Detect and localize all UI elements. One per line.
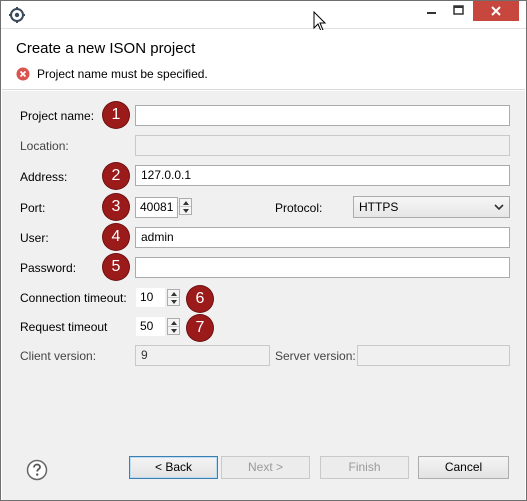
- port-field[interactable]: 40081: [135, 197, 178, 218]
- callout-badge: 7: [187, 315, 213, 341]
- help-icon[interactable]: [26, 459, 48, 481]
- connection-timeout-label: Connection timeout:: [20, 291, 127, 305]
- callout-badge: 4: [103, 224, 129, 250]
- request-timeout-stepper[interactable]: [167, 318, 180, 335]
- password-label: Password:: [20, 261, 77, 275]
- app-icon: [9, 7, 25, 23]
- protocol-selected-value: HTTPS: [359, 200, 399, 214]
- protocol-select[interactable]: HTTPS: [353, 196, 510, 218]
- close-icon: [491, 6, 501, 16]
- connection-timeout-field[interactable]: 10: [135, 287, 166, 308]
- user-label: User:: [20, 231, 49, 245]
- connection-timeout-stepper[interactable]: [167, 289, 180, 306]
- address-field[interactable]: 127.0.0.1: [135, 165, 510, 186]
- connection-timeout-increment-button[interactable]: [168, 290, 179, 298]
- project-name-field[interactable]: [135, 105, 510, 126]
- error-message-text: Project name must be specified.: [37, 67, 208, 81]
- page-title: Create a new ISON project: [16, 40, 196, 57]
- error-icon: [16, 67, 30, 81]
- server-version-label: Server version:: [275, 349, 356, 363]
- title-bar: [1, 1, 526, 32]
- password-field[interactable]: [135, 257, 510, 278]
- callout-badge: 1: [103, 102, 129, 128]
- request-timeout-decrement-button[interactable]: [168, 327, 179, 335]
- callout-badge: 5: [103, 254, 129, 280]
- next-button[interactable]: Next >: [221, 456, 310, 479]
- request-timeout-field[interactable]: 50: [135, 316, 166, 337]
- client-version-field: 9: [135, 345, 270, 366]
- address-label: Address:: [20, 170, 68, 184]
- minimize-icon: [427, 12, 436, 14]
- request-timeout-increment-button[interactable]: [168, 319, 179, 327]
- location-field: [135, 135, 510, 156]
- close-button[interactable]: [473, 1, 519, 21]
- client-version-label: Client version:: [20, 349, 97, 363]
- callout-badge: 2: [103, 163, 129, 189]
- server-version-field: [357, 345, 510, 366]
- port-increment-button[interactable]: [180, 199, 191, 207]
- project-form: Project name: Location: Address: 127.0.0…: [2, 91, 525, 411]
- user-field[interactable]: admin: [135, 227, 510, 248]
- port-decrement-button[interactable]: [180, 207, 191, 215]
- connection-timeout-decrement-button[interactable]: [168, 298, 179, 306]
- callout-badge: 6: [187, 286, 213, 312]
- cancel-button[interactable]: Cancel: [418, 456, 509, 479]
- port-label: Port:: [20, 201, 46, 215]
- wizard-footer: < Back Next > Finish Cancel: [2, 411, 525, 500]
- maximize-icon: [453, 5, 464, 15]
- dialog-window: Create a new ISON project Project name m…: [0, 0, 527, 501]
- request-timeout-label: Request timeout: [20, 320, 108, 334]
- wizard-header: Create a new ISON project Project name m…: [2, 30, 525, 90]
- chevron-down-icon: [494, 204, 504, 211]
- project-name-label: Project name:: [20, 109, 95, 123]
- location-label: Location:: [20, 139, 69, 153]
- minimize-button[interactable]: [418, 1, 445, 21]
- port-stepper[interactable]: [179, 198, 192, 215]
- callout-badge: 3: [103, 194, 129, 220]
- protocol-label: Protocol:: [275, 201, 323, 215]
- finish-button[interactable]: Finish: [320, 456, 409, 479]
- back-button[interactable]: < Back: [129, 456, 218, 479]
- maximize-button[interactable]: [445, 1, 472, 21]
- error-message: Project name must be specified.: [16, 66, 208, 82]
